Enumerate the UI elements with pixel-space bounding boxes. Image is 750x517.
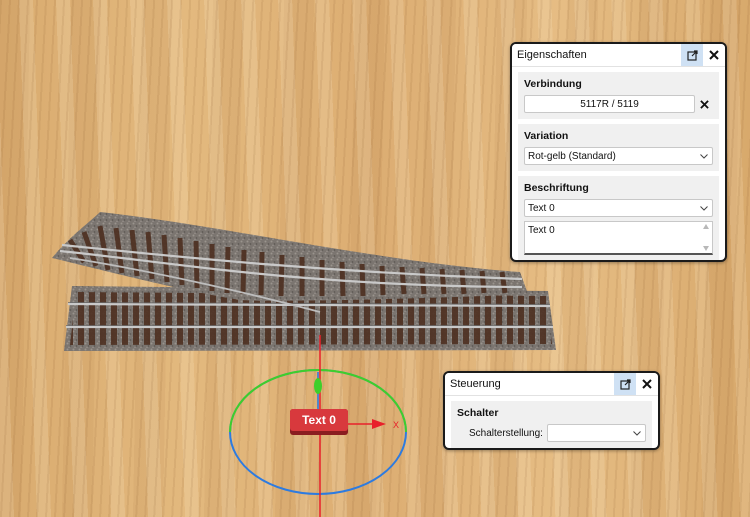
- popout-button[interactable]: [614, 373, 636, 395]
- variation-section: Variation Rot-gelb (Standard): [518, 124, 719, 171]
- scroll-up-icon[interactable]: [703, 224, 709, 229]
- labeling-select-value: Text 0: [528, 202, 555, 214]
- control-panel: Steuerung Schalter Schalterstellung:: [443, 371, 660, 450]
- x-axis-label: X: [393, 420, 399, 430]
- properties-panel-header: Eigenschaften: [512, 44, 725, 67]
- close-button[interactable]: [703, 44, 725, 66]
- connection-section: Verbindung 5117R / 5119: [518, 72, 719, 119]
- chevron-down-icon: [696, 205, 712, 211]
- label-text-value: Text 0: [528, 225, 555, 236]
- control-panel-title: Steuerung: [450, 378, 501, 390]
- labeling-select[interactable]: Text 0: [524, 199, 713, 217]
- connection-field[interactable]: 5117R / 5119: [524, 95, 695, 113]
- scroll-down-icon[interactable]: [703, 246, 709, 251]
- chevron-down-icon: [696, 153, 712, 159]
- properties-panel: Eigenschaften Verbindung 5117R / 5119 Va…: [510, 42, 727, 262]
- control-panel-header: Steuerung: [445, 373, 658, 396]
- textarea-scrollbar[interactable]: [700, 222, 712, 253]
- scene-text-label[interactable]: Text 0: [290, 409, 348, 435]
- switch-position-label: Schalterstellung:: [469, 427, 543, 439]
- properties-panel-title: Eigenschaften: [517, 49, 587, 61]
- popout-icon: [686, 49, 698, 61]
- clear-connection-button[interactable]: [695, 99, 713, 109]
- switch-position-select[interactable]: [546, 424, 646, 442]
- switch-heading: Schalter: [457, 407, 499, 419]
- popout-button[interactable]: [681, 44, 703, 66]
- close-icon: [709, 50, 719, 60]
- close-icon: [642, 379, 652, 389]
- labeling-section: Beschriftung Text 0 Text 0: [518, 176, 719, 260]
- chevron-down-icon: [629, 430, 645, 436]
- close-button[interactable]: [636, 373, 658, 395]
- variation-heading: Variation: [524, 130, 569, 142]
- popout-icon: [619, 378, 631, 390]
- switch-section: Schalter Schalterstellung:: [451, 401, 652, 448]
- svg-text:Text 0: Text 0: [302, 413, 336, 427]
- variation-select[interactable]: Rot-gelb (Standard): [524, 147, 713, 165]
- label-text-area[interactable]: Text 0: [524, 221, 713, 255]
- clear-icon: [699, 99, 709, 109]
- labeling-heading: Beschriftung: [524, 182, 589, 194]
- variation-select-value: Rot-gelb (Standard): [528, 150, 616, 162]
- connection-heading: Verbindung: [524, 78, 582, 90]
